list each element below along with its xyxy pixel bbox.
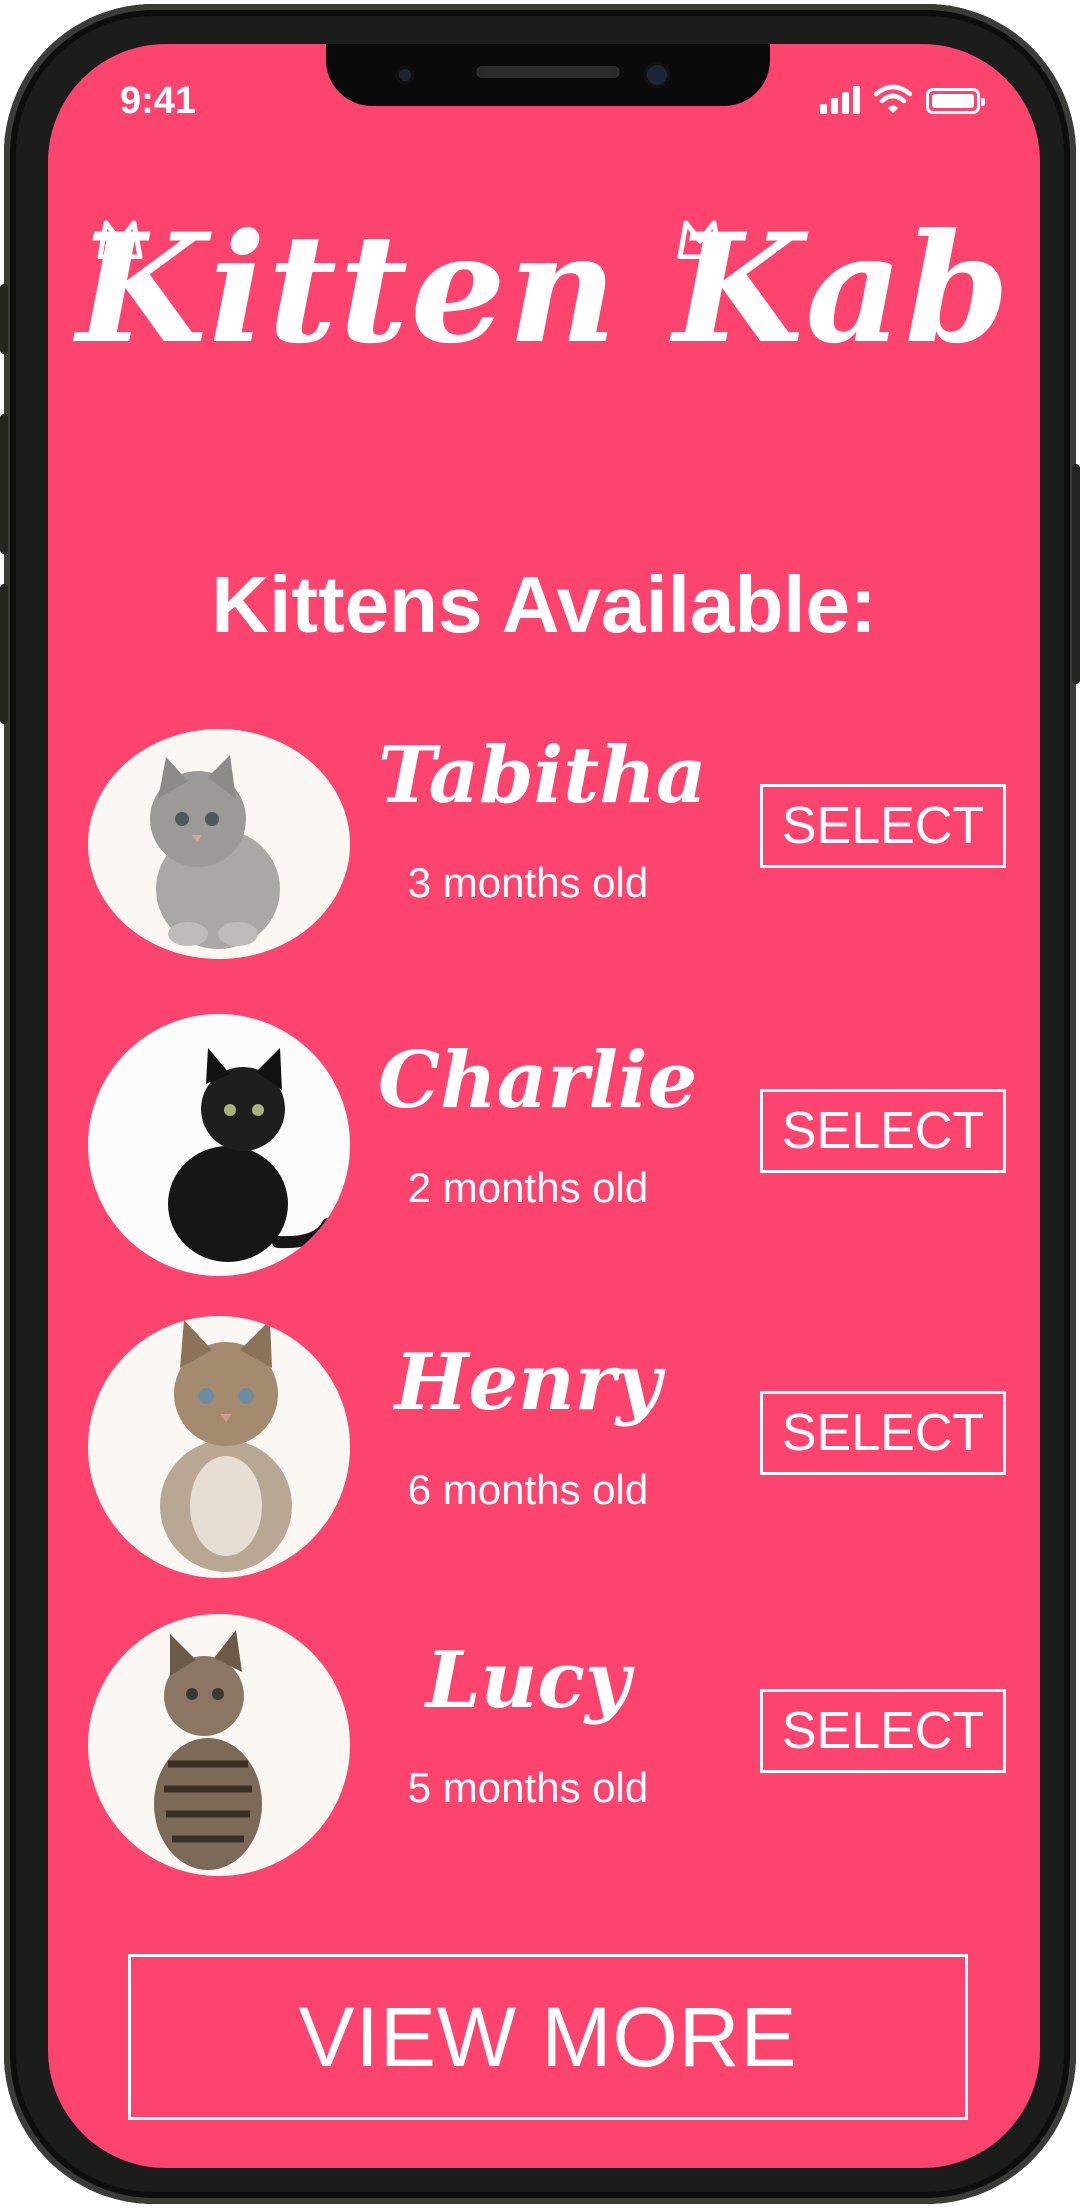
kitten-name: Lucy bbox=[425, 1635, 631, 1726]
app-title: Kitten Kab bbox=[76, 201, 1012, 377]
kitten-photo bbox=[88, 729, 350, 959]
kitten-age: 5 months old bbox=[407, 1764, 649, 1811]
kitten-age: 2 months old bbox=[407, 1164, 649, 1211]
kitten-age: 6 months old bbox=[407, 1466, 649, 1513]
section-title: Kittens Available: bbox=[211, 560, 877, 649]
kitten-age: 3 months old bbox=[407, 859, 649, 906]
kitten-photo bbox=[88, 1014, 350, 1276]
kitten-name: Henry bbox=[394, 1337, 662, 1428]
view-more-button[interactable]: VIEW MORE bbox=[128, 1954, 968, 2120]
mute-switch bbox=[0, 284, 8, 354]
select-button-charlie[interactable]: SELECT bbox=[760, 1089, 1006, 1173]
volume-down-button bbox=[0, 584, 8, 724]
list-item-kitten-lucy: Lucy 5 months old SELECT bbox=[48, 1614, 1040, 1894]
signal-icon bbox=[820, 84, 860, 114]
kitten-photo bbox=[88, 1614, 350, 1876]
select-button-henry[interactable]: SELECT bbox=[760, 1391, 1006, 1475]
list-item-kitten-tabitha: Tabitha 3 months old SELECT bbox=[48, 729, 1040, 989]
select-button-lucy[interactable]: SELECT bbox=[760, 1689, 1006, 1773]
striped-tabby-kitten-image bbox=[154, 1630, 262, 1870]
kitten-photo bbox=[88, 1316, 350, 1578]
black-kitten-image bbox=[168, 1048, 334, 1262]
list-item-kitten-henry: Henry 6 months old SELECT bbox=[48, 1316, 1040, 1596]
brown-tabby-kitten-image bbox=[160, 1320, 292, 1572]
status-icons bbox=[820, 84, 985, 114]
phone-frame: 9:41 Kitten Kab Kittens Available: Tabit… bbox=[0, 4, 1080, 2204]
app-screen: 9:41 Kitten Kab Kittens Available: Tabit… bbox=[48, 44, 1040, 2168]
speaker bbox=[476, 66, 620, 78]
status-time: 9:41 bbox=[120, 80, 197, 122]
sensor bbox=[396, 66, 414, 84]
grey-kitten-image bbox=[150, 755, 280, 949]
select-button-tabitha[interactable]: SELECT bbox=[760, 784, 1006, 868]
front-camera bbox=[644, 62, 670, 88]
kitten-name: Tabitha bbox=[378, 730, 707, 821]
wifi-icon bbox=[874, 84, 912, 113]
kitten-name: Charlie bbox=[378, 1035, 698, 1126]
power-button bbox=[1072, 464, 1080, 684]
list-item-kitten-charlie: Charlie 2 months old SELECT bbox=[48, 1014, 1040, 1294]
notch bbox=[326, 44, 770, 106]
volume-up-button bbox=[0, 414, 8, 554]
battery-icon bbox=[926, 88, 985, 114]
